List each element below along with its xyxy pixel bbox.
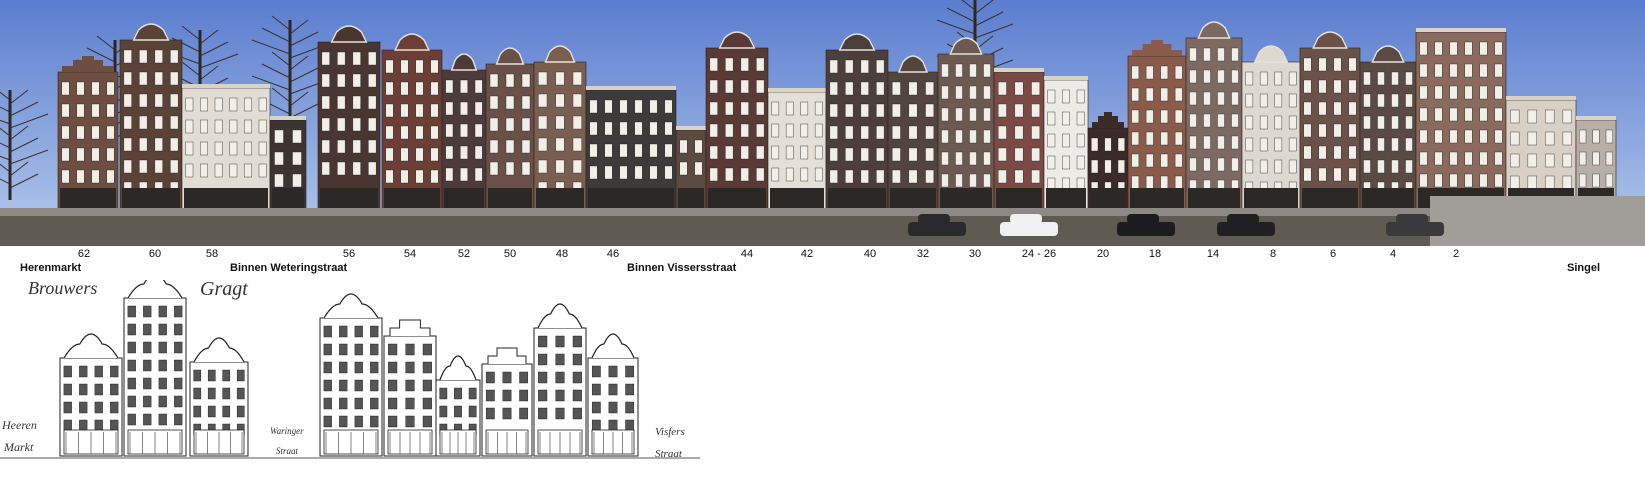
canal-house bbox=[1185, 21, 1243, 215]
canal-house bbox=[585, 86, 677, 215]
canal-house bbox=[993, 68, 1045, 215]
house-number-label: 40 bbox=[863, 248, 877, 260]
engraved-house bbox=[383, 319, 437, 457]
house-number-label: 18 bbox=[1148, 248, 1162, 260]
canal-house bbox=[825, 33, 889, 215]
canal-house bbox=[381, 33, 443, 215]
canal-house bbox=[1127, 40, 1187, 215]
house-number-label: 46 bbox=[606, 248, 620, 260]
street-label-binnen-vissersstraat: Binnen Vissersstraat bbox=[627, 262, 737, 274]
engraved-house bbox=[59, 333, 123, 457]
engraving-drawing bbox=[0, 280, 700, 459]
canal-house bbox=[269, 116, 307, 215]
house-number-label: 58 bbox=[205, 248, 219, 260]
house-number-label: 54 bbox=[403, 248, 417, 260]
canal-house bbox=[1043, 76, 1089, 215]
house-number-label: 30 bbox=[968, 248, 982, 260]
canal-house bbox=[485, 47, 535, 215]
road-right bbox=[1430, 196, 1645, 246]
canal-photo-panorama bbox=[0, 0, 1645, 246]
engraved-house bbox=[481, 347, 533, 457]
house-number-label: 50 bbox=[503, 248, 517, 260]
canal-house bbox=[705, 31, 769, 215]
street-label-herenmarkt: Herenmarkt bbox=[20, 262, 82, 274]
street-label-binnen-weteringstraat: Binnen Weteringstraat bbox=[230, 262, 348, 274]
canal-house bbox=[887, 55, 939, 215]
house-number-label: 20 bbox=[1096, 248, 1110, 260]
house-number-label: 14 bbox=[1206, 248, 1220, 260]
canal-house bbox=[1299, 31, 1361, 215]
house-number-label: 42 bbox=[800, 248, 814, 260]
canal-house bbox=[181, 84, 271, 215]
house-number-label: 4 bbox=[1389, 248, 1397, 260]
canal-house bbox=[1359, 45, 1417, 215]
engraved-house bbox=[587, 333, 639, 457]
canal-house bbox=[533, 45, 587, 215]
house-number-label: 2 bbox=[1452, 248, 1460, 260]
engraved-house bbox=[189, 337, 249, 457]
canal-house bbox=[937, 37, 995, 215]
canal-house bbox=[441, 53, 487, 215]
house-number-label: 52 bbox=[457, 248, 471, 260]
canal-house bbox=[1415, 28, 1507, 215]
house-number-label: 60 bbox=[148, 248, 162, 260]
house-number-label: 8 bbox=[1269, 248, 1277, 260]
labels-strip: 62 60 58 56 54 52 50 48 46 44 42 40 32 3… bbox=[0, 246, 1645, 280]
engraved-house bbox=[123, 280, 187, 457]
house-number-label: 6 bbox=[1329, 248, 1337, 260]
canal-house bbox=[1241, 45, 1301, 215]
panorama-svg bbox=[0, 0, 1645, 246]
house-number-label: 32 bbox=[916, 248, 930, 260]
canal-house bbox=[317, 25, 381, 215]
historical-engraving: Brouwers Gragt Heeren Markt Waringer Str… bbox=[0, 278, 700, 480]
canal-house bbox=[57, 56, 119, 215]
canal-house bbox=[767, 88, 827, 215]
house-number-label: 24 - 26 bbox=[1021, 248, 1057, 260]
canal-house bbox=[675, 126, 707, 215]
street-label-singel: Singel bbox=[1567, 262, 1601, 274]
house-number-label: 44 bbox=[740, 248, 754, 260]
engraved-house bbox=[319, 293, 383, 457]
canal-house bbox=[119, 23, 183, 215]
engraved-house bbox=[533, 303, 587, 457]
house-number-label: 48 bbox=[555, 248, 569, 260]
house-number-label: 62 bbox=[77, 248, 91, 260]
house-number-label: 56 bbox=[342, 248, 356, 260]
canal-house bbox=[1087, 112, 1129, 215]
engraved-house bbox=[435, 355, 481, 457]
